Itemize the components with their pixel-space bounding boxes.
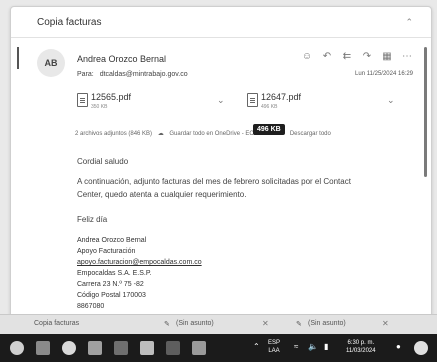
recipient-address[interactable]: dtcaldas@mintrabajo.gov.co [100,71,188,78]
forward-icon[interactable]: ↷ [361,51,373,63]
search-icon[interactable] [36,341,50,355]
clock-date: 11/03/2024 [346,348,376,354]
notification-icon[interactable]: ● [396,343,401,351]
chevron-down-icon[interactable]: ⌄ [217,95,225,106]
email-closing: Feliz día [77,215,108,224]
pdf-file-icon [247,93,258,107]
email-greeting: Cordial saludo [77,157,129,166]
start-icon[interactable] [10,341,24,355]
sender-name[interactable]: Andrea Orozco Bernal [77,54,166,64]
download-all-link[interactable]: Descargar todo [290,131,331,137]
chevron-up-icon[interactable]: ⌃ [405,17,413,28]
apps-icon[interactable]: ▦ [381,51,393,63]
outlook-icon[interactable] [140,341,154,355]
pencil-icon: ✎ [164,321,170,328]
unread-indicator [17,47,19,69]
task-view-icon[interactable] [114,341,128,355]
word-icon[interactable] [166,341,180,355]
attachment-name: 12647.pdf [261,92,302,102]
scrollbar[interactable] [424,47,427,177]
more-options-icon[interactable]: ⋯ [401,51,413,63]
email-body-line: Center, quedo atenta a cualquier requeri… [77,190,247,199]
attachment-card[interactable]: 12565.pdf 350 KB ⌄ [77,91,227,117]
app-icon[interactable] [192,341,206,355]
attachments-summary: 2 archivos adjuntos (846 KB) [75,131,153,137]
attachment-card[interactable]: 12647.pdf 496 KB ⌄ [247,91,397,117]
email-subject: Copia facturas [37,17,102,28]
chevron-up-icon[interactable]: ⌃ [253,343,260,351]
smile-icon[interactable]: ☺ [301,51,313,63]
keyboard-layout: LAA [268,348,280,354]
reply-all-icon[interactable]: ⇇ [341,51,353,63]
language-code: ESP [268,340,281,346]
wifi-icon[interactable]: ≈ [294,343,298,351]
windows-taskbar: ⌃ ESP LAA ≈ 🔈 ▮ 6:30 p. m. 11/03/2024 ● [0,334,437,362]
cloud-icon: ☁ [157,131,164,137]
to-label: Para: [77,71,94,78]
file-explorer-icon[interactable] [88,341,102,355]
battery-icon[interactable]: ▮ [324,343,328,351]
tab-copia-facturas[interactable]: Copia facturas [34,320,79,327]
email-reading-pane: Copia facturas ⌃ AB Andrea Orozco Bernal… [10,6,432,334]
signature-email-link[interactable]: apoyo.facturacion@empocaldas.com.co [77,259,202,266]
signature-name: Andrea Orozco Bernal [77,237,147,244]
recipient-line: Para: dtcaldas@mintrabajo.gov.co [77,71,188,78]
clock[interactable]: 6:30 p. m. 11/03/2024 [346,339,376,355]
subject-bar: Copia facturas ⌃ [11,7,431,38]
attachment-size: 496 KB [261,104,278,110]
message-toolbar: ☺ ↶ ⇇ ↷ ▦ ⋯ [301,51,413,63]
message-datetime: Lun 11/25/2024 16:29 [355,71,413,77]
attachment-name: 12565.pdf [91,92,132,102]
language-indicator[interactable]: ESP LAA [268,339,280,355]
email-body-line: A continuación, adjunto facturas del mes… [77,177,351,186]
attachment-size-tooltip: 496 KB [253,124,285,135]
avatar: AB [37,49,65,77]
signature-company: Empocaldas S.A. E.S.P. [77,270,152,277]
signature-phone: 8867080 [77,303,105,310]
close-icon[interactable]: ✕ [262,319,269,328]
pencil-icon: ✎ [296,321,302,328]
reply-icon[interactable]: ↶ [321,51,333,63]
signature-postal: Código Postal 170003 [77,292,146,299]
draft-tabs-bar: Copia facturas ✎ (Sin asunto) ✕ ✎ (Sin a… [0,314,437,335]
volume-icon[interactable]: 🔈 [308,343,318,351]
attachment-actions: 2 archivos adjuntos (846 KB) ☁ Guardar t… [75,130,335,137]
pdf-file-icon [77,93,88,107]
signature-address: Carrera 23 N.º 75 -82 [77,281,144,288]
attachment-size: 350 KB [91,104,108,110]
close-icon[interactable]: ✕ [382,319,389,328]
copilot-icon[interactable] [414,341,428,355]
tab-draft[interactable]: (Sin asunto) [308,320,346,327]
tab-draft[interactable]: (Sin asunto) [176,320,214,327]
clock-time: 6:30 p. m. [347,340,375,346]
signature-role: Apoyo Facturación [77,248,136,255]
chevron-down-icon[interactable]: ⌄ [387,95,395,106]
chrome-icon[interactable] [62,341,76,355]
